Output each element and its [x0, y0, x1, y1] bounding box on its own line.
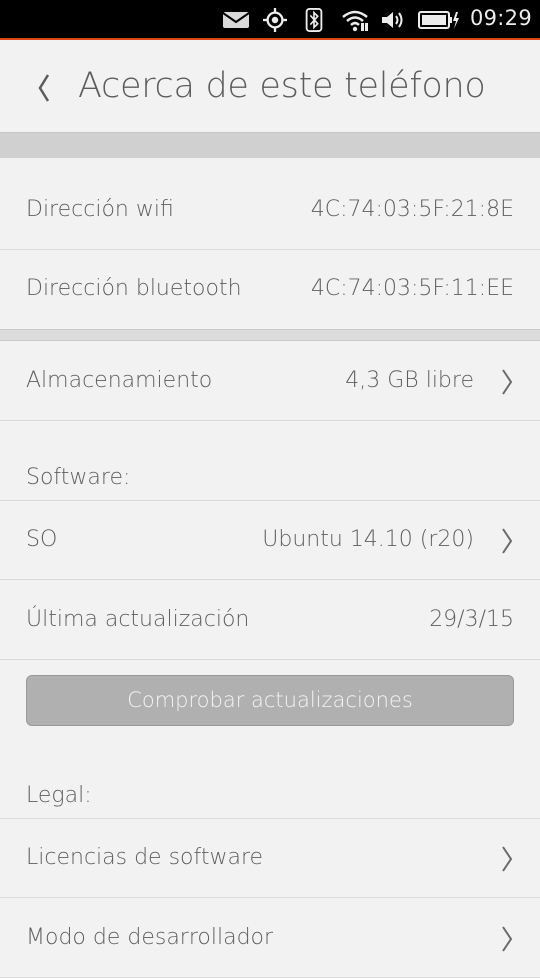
storage-row[interactable]: Almacenamiento 4,3 GB libre — [0, 342, 540, 421]
last-update-value: 29/3/15 — [429, 607, 514, 632]
page-title: Acerca de este teléfono — [78, 66, 486, 106]
location-icon — [263, 8, 287, 32]
page-header: Acerca de este teléfono — [0, 40, 540, 133]
bluetooth-address-row: Dirección bluetooth 4C:74:03:5F:11:EE — [0, 250, 540, 329]
os-label: SO — [26, 527, 58, 552]
chevron-right-icon — [502, 926, 513, 952]
chevron-left-icon — [38, 74, 50, 102]
software-licenses-row[interactable]: Licencias de software — [0, 819, 540, 898]
last-update-row: Última actualización 29/3/15 — [0, 581, 540, 660]
wifi-address-row: Dirección wifi 4C:74:03:5F:21:8E — [0, 171, 540, 250]
back-button[interactable] — [30, 68, 60, 108]
wifi-icon — [342, 10, 368, 32]
wifi-address-value: 4C:74:03:5F:21:8E — [310, 197, 514, 222]
chevron-right-icon — [502, 846, 513, 872]
software-section-header: Software: — [0, 421, 540, 501]
mail-icon — [222, 12, 250, 28]
wifi-address-label: Dirección wifi — [26, 197, 174, 222]
bluetooth-address-value: 4C:74:03:5F:11:EE — [310, 276, 514, 301]
developer-mode-row[interactable]: Modo de desarrollador — [0, 899, 540, 978]
legal-section-header: Legal: — [0, 739, 540, 819]
bluetooth-icon — [305, 8, 323, 32]
check-updates-button[interactable]: Comprobar actualizaciones — [26, 675, 514, 726]
os-row[interactable]: SO Ubuntu 14.10 (r20) — [0, 501, 540, 580]
developer-mode-label: Modo de desarrollador — [26, 925, 274, 950]
legal-section-label: Legal: — [26, 783, 92, 808]
last-update-label: Última actualización — [26, 607, 250, 632]
chevron-right-icon — [502, 369, 513, 395]
software-licenses-label: Licencias de software — [26, 845, 264, 870]
bluetooth-address-label: Dirección bluetooth — [26, 276, 242, 301]
storage-label: Almacenamiento — [26, 368, 213, 393]
status-bar: 09:29 — [0, 0, 540, 40]
storage-value: 4,3 GB libre — [345, 368, 474, 393]
chevron-right-icon — [502, 528, 513, 554]
software-section-label: Software: — [26, 465, 131, 490]
section-divider — [0, 133, 540, 158]
volume-icon — [382, 12, 403, 28]
clock: 09:29 — [469, 6, 532, 30]
battery-charging-icon — [418, 11, 459, 29]
os-value: Ubuntu 14.10 (r20) — [262, 527, 474, 552]
section-divider — [0, 329, 540, 341]
